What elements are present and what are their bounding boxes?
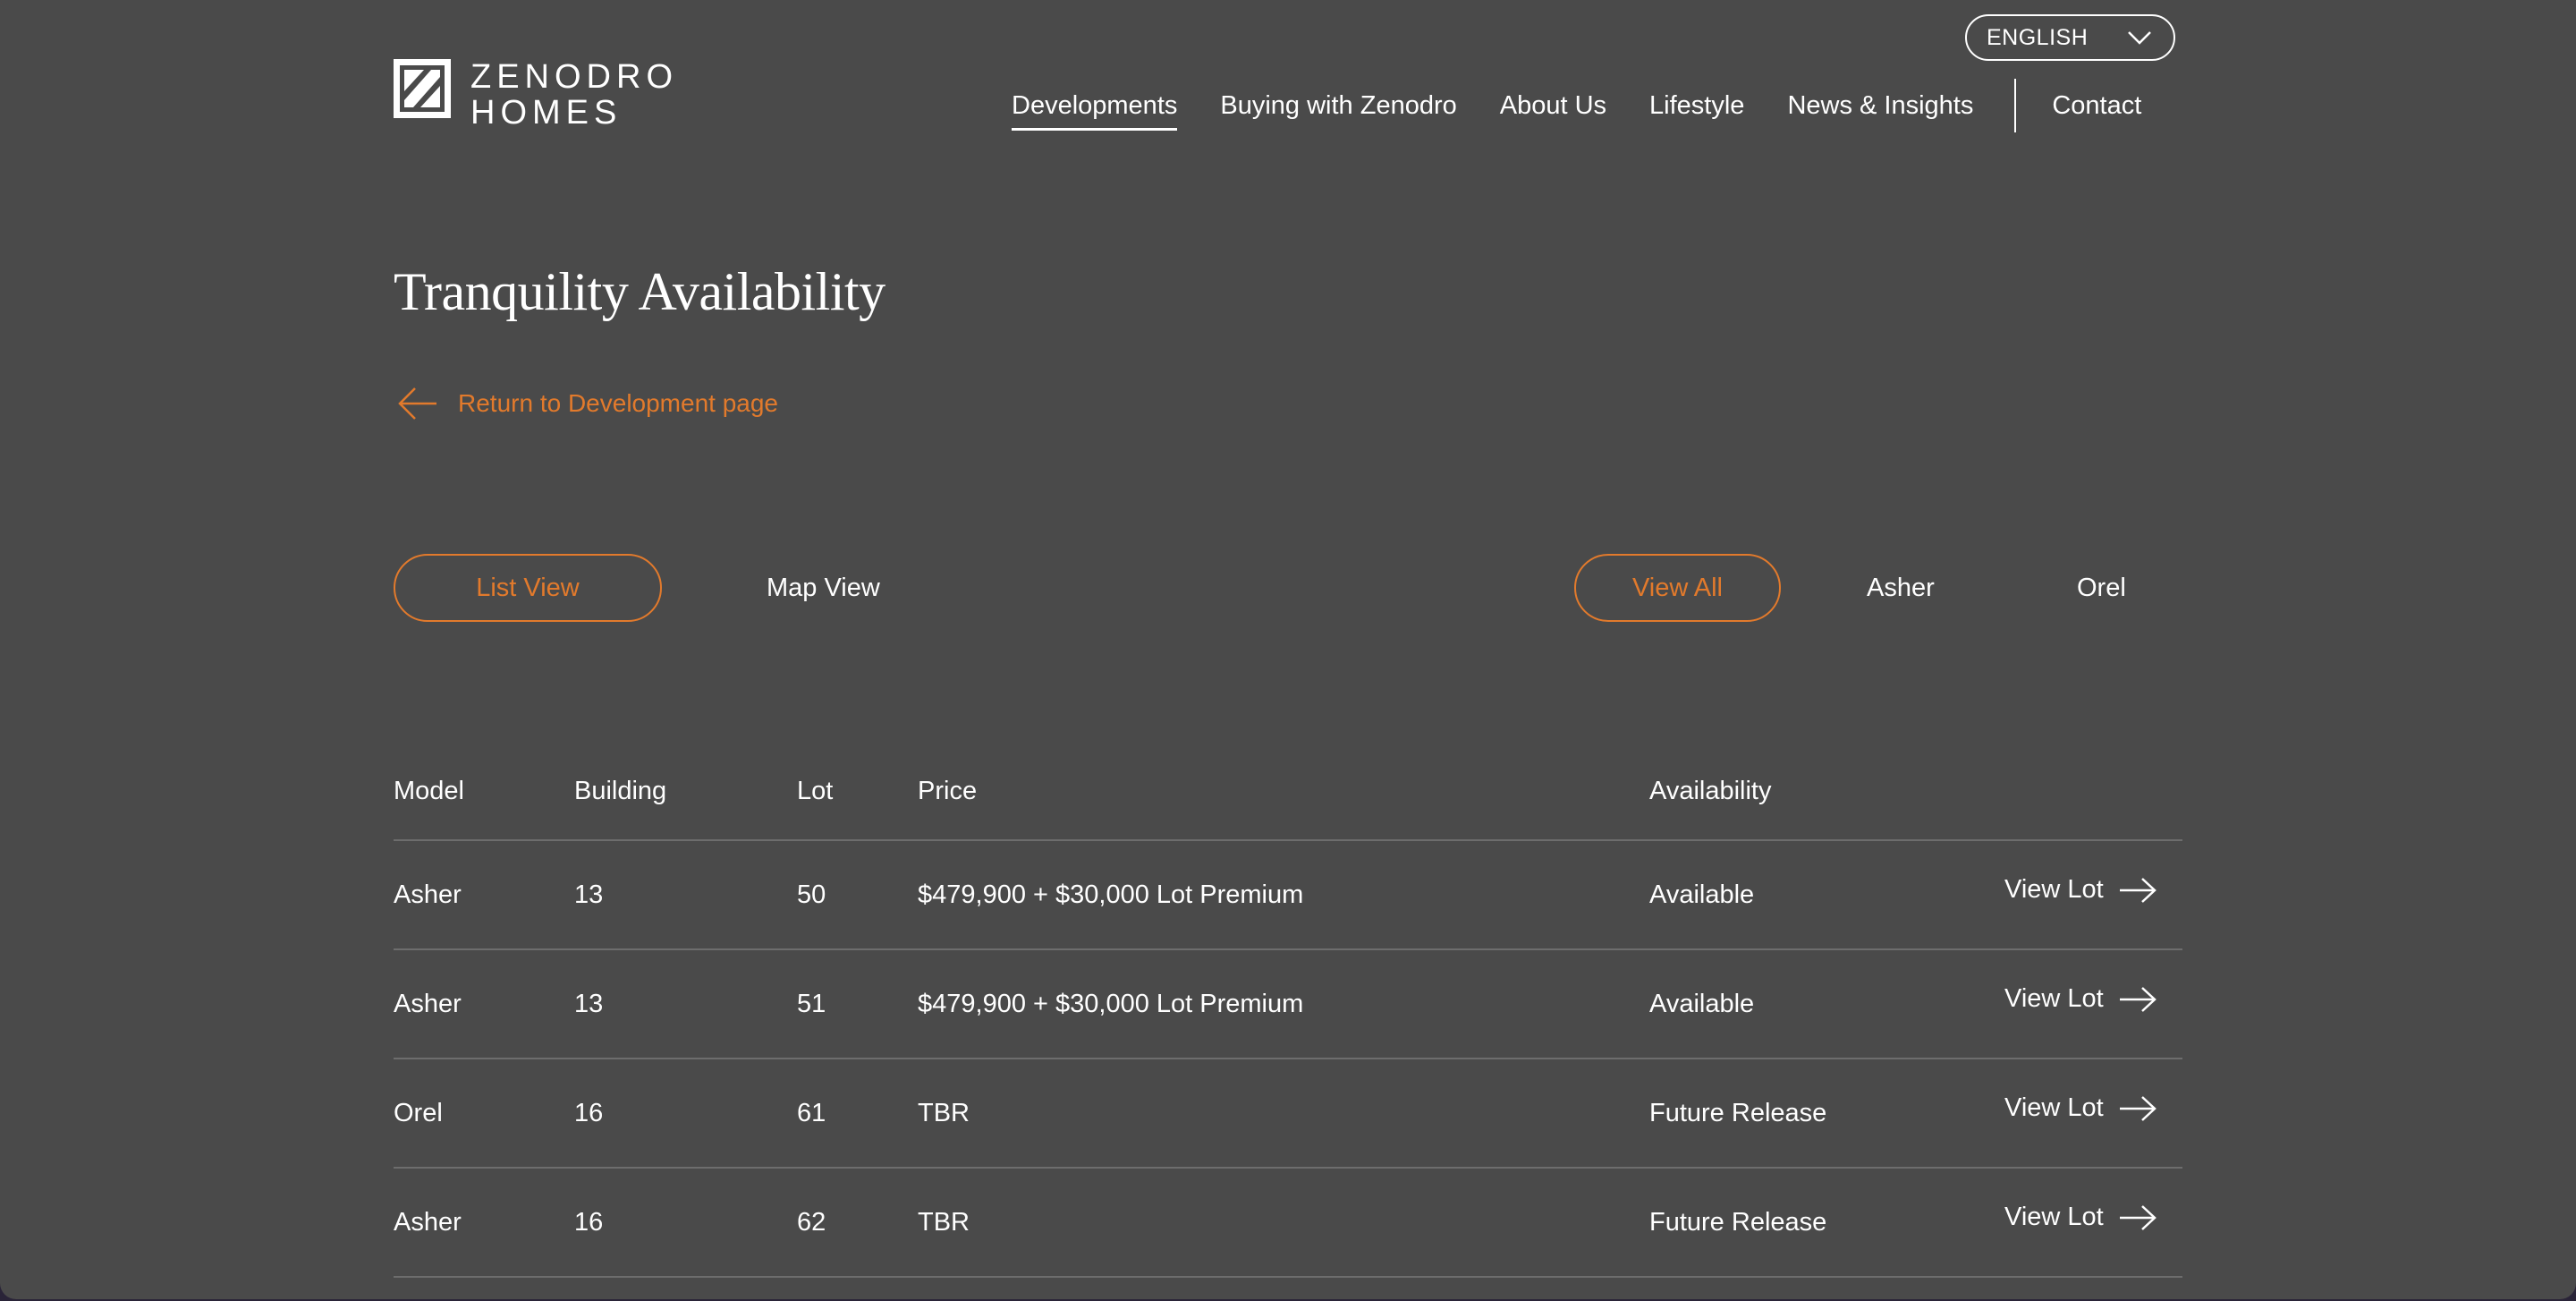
cell-building: 13	[574, 880, 604, 909]
view-lot-link[interactable]: View Lot	[2004, 1093, 2157, 1123]
nav-item-news[interactable]: News & Insights	[1787, 91, 1973, 131]
header-model: Model	[394, 777, 464, 805]
zenodro-logo-mark	[394, 59, 451, 118]
table-row: Asher 13 51 $479,900 + $30,000 Lot Premi…	[394, 948, 2182, 1058]
chevron-down-icon	[2128, 31, 2151, 45]
view-lot-link[interactable]: View Lot	[2004, 984, 2157, 1014]
page: ENGLISH ZENODRO HOMES Developments Buyin…	[0, 0, 2576, 1299]
cell-model: Orel	[394, 1099, 443, 1127]
header-availability: Availability	[1649, 777, 1772, 805]
cell-model: Asher	[394, 880, 462, 909]
nav-item-buying[interactable]: Buying with Zenodro	[1220, 91, 1456, 131]
cell-lot: 62	[797, 1208, 826, 1237]
cell-model: Asher	[394, 990, 462, 1018]
nav-divider	[2014, 79, 2017, 132]
nav-item-about[interactable]: About Us	[1500, 91, 1606, 131]
cell-lot: 50	[797, 880, 826, 909]
arrow-right-icon	[2119, 1095, 2157, 1121]
list-view-button[interactable]: List View	[394, 554, 662, 622]
table-row: Asher 13 50 $479,900 + $30,000 Lot Premi…	[394, 839, 2182, 948]
page-title: Tranquility Availability	[394, 262, 886, 321]
view-lot-label: View Lot	[2004, 1093, 2104, 1122]
table-bottom-divider	[394, 1276, 2182, 1278]
view-lot-label: View Lot	[2004, 1203, 2104, 1231]
header-lot: Lot	[797, 777, 834, 805]
logo-text: ZENODRO HOMES	[470, 59, 678, 131]
view-lot-link[interactable]: View Lot	[2004, 875, 2157, 905]
logo[interactable]: ZENODRO HOMES	[394, 59, 678, 131]
logo-line-1: ZENODRO	[470, 58, 678, 96]
view-lot-label: View Lot	[2004, 875, 2104, 904]
return-link-label: Return to Development page	[458, 389, 778, 417]
header-building: Building	[574, 777, 667, 805]
cell-price: $479,900 + $30,000 Lot Premium	[918, 880, 1304, 909]
return-link[interactable]: Return to Development page	[397, 385, 778, 422]
cell-availability: Available	[1649, 990, 1755, 1018]
cell-building: 13	[574, 990, 604, 1018]
cell-price: $479,900 + $30,000 Lot Premium	[918, 990, 1304, 1018]
cell-availability: Available	[1649, 880, 1755, 909]
arrow-right-icon	[2119, 986, 2157, 1012]
cell-price: TBR	[918, 1099, 970, 1127]
view-all-filter[interactable]: View All	[1574, 554, 1781, 622]
nav-item-lifestyle[interactable]: Lifestyle	[1649, 91, 1744, 131]
cell-price: TBR	[918, 1208, 970, 1237]
view-lot-link[interactable]: View Lot	[2004, 1203, 2157, 1232]
nav-item-developments[interactable]: Developments	[1012, 91, 1178, 131]
cell-model: Asher	[394, 1208, 462, 1237]
logo-line-2: HOMES	[470, 94, 623, 132]
cell-availability: Future Release	[1649, 1208, 1827, 1237]
table-row: Asher 16 62 TBR Future Release View Lot	[394, 1167, 2182, 1276]
cell-lot: 51	[797, 990, 826, 1018]
nav-item-contact[interactable]: Contact	[2052, 91, 2141, 131]
orel-filter[interactable]: Orel	[2077, 574, 2126, 603]
arrow-right-icon	[2119, 877, 2157, 903]
map-view-button[interactable]: Map View	[767, 574, 880, 603]
table-header: Model Building Lot Price Availability	[394, 777, 2182, 841]
table-row: Orel 16 61 TBR Future Release View Lot	[394, 1058, 2182, 1167]
header-price: Price	[918, 777, 978, 805]
cell-building: 16	[574, 1208, 604, 1237]
cell-availability: Future Release	[1649, 1099, 1827, 1127]
language-label: ENGLISH	[1987, 24, 2089, 50]
asher-filter[interactable]: Asher	[1867, 574, 1935, 603]
view-lot-label: View Lot	[2004, 984, 2104, 1013]
language-selector[interactable]: ENGLISH	[1965, 14, 2175, 61]
arrow-right-icon	[2119, 1204, 2157, 1230]
cell-building: 16	[574, 1099, 604, 1127]
main-nav: Developments Buying with Zenodro About U…	[1012, 79, 2141, 132]
arrow-left-icon	[398, 387, 436, 420]
cell-lot: 61	[797, 1099, 826, 1127]
